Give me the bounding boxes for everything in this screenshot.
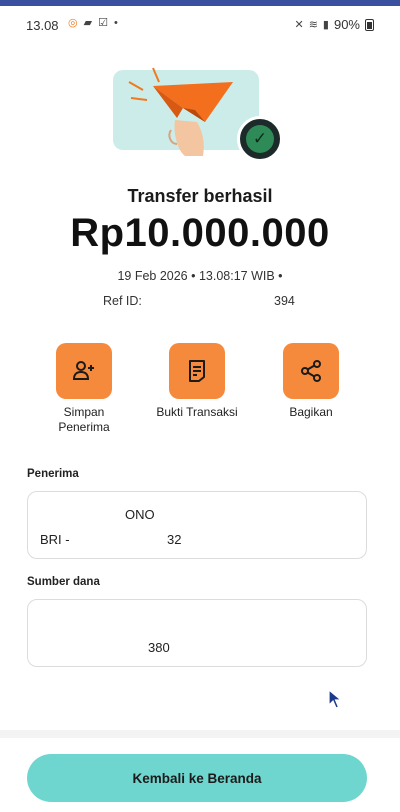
success-illustration: ✓ <box>113 60 283 162</box>
mouse-cursor-icon <box>327 688 343 715</box>
success-badge: ✓ <box>237 116 283 162</box>
status-time: 13.08 <box>26 18 59 33</box>
notification-app-icon: ◎ <box>68 17 78 29</box>
checkmark-icon: ✓ <box>246 125 274 153</box>
mute-icon: ✕ <box>294 18 304 31</box>
receipt-button[interactable] <box>169 343 225 399</box>
status-bar: 13.08 ◎ ▰ ☑ • ✕ ≋ ▮ 90% <box>0 8 400 38</box>
add-person-icon <box>72 361 94 380</box>
recipient-bank: BRI - <box>40 532 70 547</box>
source-account: 380 <box>148 640 170 655</box>
signal-icon: ▮ <box>322 18 329 31</box>
transfer-datetime: 19 Feb 2026 • 13.08:17 WIB • <box>117 269 283 283</box>
source-section-label: Sumber dana <box>27 576 100 588</box>
back-to-home-button[interactable]: Kembali ke Beranda <box>27 754 367 802</box>
share-icon <box>301 360 321 382</box>
share-button[interactable] <box>283 343 339 399</box>
save-recipient-label: Simpan Penerima <box>58 405 110 434</box>
status-notification-icons: ◎ ▰ ☑ • <box>68 17 118 29</box>
ref-id-label: Ref ID: <box>103 294 142 308</box>
recipient-card: ONO BRI - 32 <box>27 491 367 559</box>
ref-id-value: 394 <box>274 294 295 308</box>
battery-icon <box>365 18 374 31</box>
receipt-icon <box>189 360 205 382</box>
result-title: Transfer berhasil <box>127 186 273 206</box>
notification-mail-icon: ▰ <box>83 17 93 29</box>
recipient-section-label: Penerima <box>27 468 79 480</box>
status-right-icons: ✕ ≋ ▮ 90% <box>294 17 374 32</box>
share-action[interactable]: Bagikan <box>261 343 361 420</box>
wifi-icon: ≋ <box>308 18 318 31</box>
recipient-name: ONO <box>125 507 155 522</box>
save-recipient-button[interactable] <box>56 343 112 399</box>
recipient-account: 32 <box>167 532 182 547</box>
save-recipient-action[interactable]: Simpan Penerima <box>34 343 134 435</box>
battery-percent: 90% <box>333 17 360 32</box>
notification-dot-icon: • <box>113 17 118 29</box>
transfer-amount: Rp10.000.000 <box>70 211 330 255</box>
top-accent-bar <box>0 0 400 6</box>
footer-divider <box>0 730 400 738</box>
notification-check-icon: ☑ <box>98 17 108 29</box>
share-label: Bagikan <box>289 405 333 419</box>
receipt-action[interactable]: Bukti Transaksi <box>147 343 247 420</box>
source-card: 380 <box>27 599 367 667</box>
receipt-label: Bukti Transaksi <box>156 405 238 419</box>
